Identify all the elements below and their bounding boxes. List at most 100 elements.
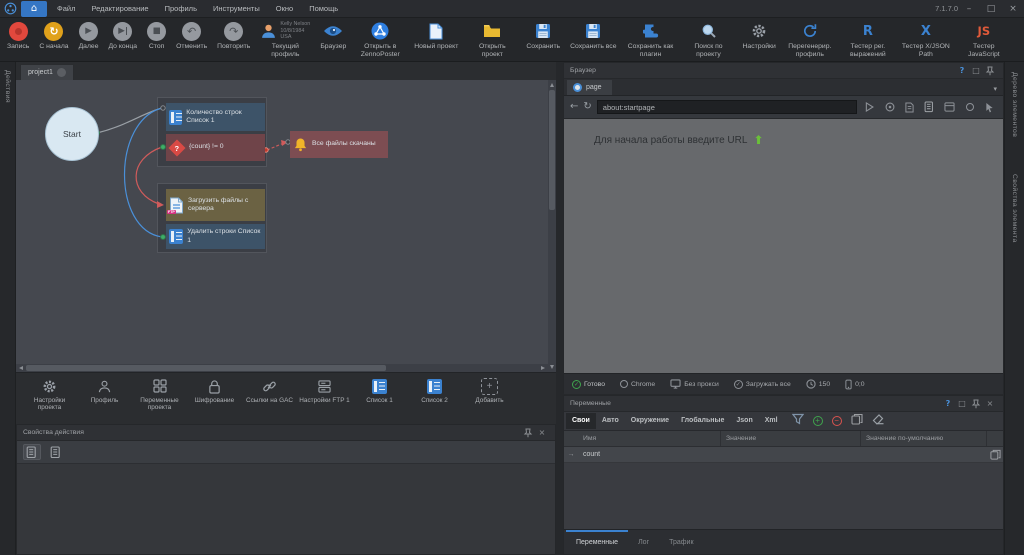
tab-ftp-settings[interactable]: Настройки FTP 1 xyxy=(297,377,352,404)
minimize-button[interactable]: – xyxy=(958,0,980,18)
current-profile-button[interactable]: Kelly Nelson 10/8/1984 USA Текущий профи… xyxy=(255,18,315,60)
tab-list-dropdown-icon[interactable]: ▾ xyxy=(993,85,997,93)
variable-name[interactable]: count xyxy=(578,447,721,462)
status-proxy[interactable]: Без прокси xyxy=(670,379,719,389)
status-load-mode[interactable]: ✓ Загружать все xyxy=(734,380,791,389)
general-properties-icon[interactable] xyxy=(23,444,41,460)
status-timeout[interactable]: 150 xyxy=(806,379,830,389)
stop-button[interactable]: ■ Стоп xyxy=(142,18,171,52)
new-project-button[interactable]: Новый проект xyxy=(409,18,463,52)
menu-file[interactable]: Файл xyxy=(49,0,83,18)
tab-profile[interactable]: Профиль xyxy=(77,377,132,404)
vars-tab-global[interactable]: Глобальные xyxy=(675,413,730,429)
copy-variables-icon[interactable] xyxy=(851,412,863,430)
node-count-rows[interactable]: Количество строк Список 1 xyxy=(166,103,265,131)
xjson-path-tester-button[interactable]: X Тестер X/JSON Path xyxy=(897,18,955,60)
advanced-properties-icon[interactable] xyxy=(47,444,65,460)
menu-tools[interactable]: Инструменты xyxy=(205,0,268,18)
open-in-zennoposter-button[interactable]: Открыть в ZennoPoster xyxy=(351,18,409,60)
url-bar[interactable]: about:startpage xyxy=(597,100,857,114)
node-delete-rows[interactable]: Удалить строки Список 1 xyxy=(166,224,265,249)
remove-variable-icon[interactable]: − xyxy=(832,416,842,426)
column-value[interactable]: Значение xyxy=(721,431,861,446)
back-icon[interactable]: ← xyxy=(570,102,578,112)
help-icon[interactable]: ? xyxy=(941,399,955,408)
project-tab-close-icon[interactable] xyxy=(57,68,66,77)
maximize-panel-icon[interactable]: □ xyxy=(955,399,969,408)
redo-button[interactable]: ↷ Повторить xyxy=(212,18,255,52)
network-icon[interactable] xyxy=(962,103,977,111)
column-name[interactable]: Имя xyxy=(578,431,721,446)
tab-list-2[interactable]: Список 2 xyxy=(407,377,462,404)
settings-button[interactable]: Настройки xyxy=(738,18,781,52)
column-default[interactable]: Значение по-умолчанию xyxy=(861,431,987,446)
flowchart-canvas[interactable]: Start Количество строк Список 1 ? {count… xyxy=(16,80,556,372)
regenerate-profile-button[interactable]: Перегенерир. профиль xyxy=(781,18,839,60)
element-properties-strip-label[interactable]: Свойства элемента xyxy=(1011,174,1018,243)
maximize-panel-icon[interactable]: □ xyxy=(969,66,983,75)
tab-add[interactable]: + Добавить xyxy=(462,377,517,404)
open-project-button[interactable]: Открыть проект xyxy=(463,18,521,60)
tab-encryption[interactable]: Шифрование xyxy=(187,377,242,404)
variable-row[interactable]: → count xyxy=(564,447,1003,463)
tab-gac-links[interactable]: Ссылки на GAC xyxy=(242,377,297,404)
tab-project-variables[interactable]: Переменные проекта xyxy=(132,377,187,412)
pin-icon[interactable] xyxy=(521,428,535,438)
close-button[interactable]: × xyxy=(1002,0,1024,18)
run-icon[interactable] xyxy=(862,102,877,112)
menu-help[interactable]: Помощь xyxy=(301,0,346,18)
actions-side-strip[interactable]: Действия xyxy=(0,62,16,555)
node-alert-files-downloaded[interactable]: Все файлы скачаны xyxy=(290,131,388,158)
add-variable-icon[interactable]: + xyxy=(813,416,823,426)
vars-tab-environment[interactable]: Окружение xyxy=(625,413,675,429)
element-tree-strip-label[interactable]: Дерево элементов xyxy=(1011,72,1018,137)
browser-page-tab[interactable]: page xyxy=(567,80,612,95)
undo-button[interactable]: ↶ Отменить xyxy=(171,18,212,52)
step-next-button[interactable]: ▶ Далее xyxy=(74,18,104,52)
project-search-button[interactable]: Поиск по проекту xyxy=(680,18,738,60)
variable-value[interactable] xyxy=(721,447,861,462)
bottom-tab-traffic[interactable]: Трафик xyxy=(659,530,703,554)
regex-tester-button[interactable]: R Тестер рег. выражений xyxy=(839,18,897,60)
tabs-icon[interactable] xyxy=(922,101,937,113)
start-node[interactable]: Start xyxy=(45,107,99,161)
help-icon[interactable]: ? xyxy=(955,66,969,75)
layout-icon[interactable] xyxy=(942,102,957,112)
run-to-end-button[interactable]: ▶ До конца xyxy=(103,18,142,52)
vars-tab-xml[interactable]: Xml xyxy=(759,413,784,429)
project-tab[interactable]: project1 xyxy=(20,64,74,80)
pin-icon[interactable] xyxy=(969,399,983,409)
vars-tab-own[interactable]: Свои xyxy=(566,413,596,429)
reload-icon[interactable]: ↻ xyxy=(583,102,591,112)
restart-button[interactable]: ↻ С начала xyxy=(34,18,73,52)
target-icon[interactable] xyxy=(882,102,897,112)
node-ftp-download[interactable]: FTP Загрузить файлы с сервера xyxy=(166,189,265,221)
clear-icon[interactable] xyxy=(872,412,885,430)
filter-icon[interactable] xyxy=(792,412,804,430)
menu-profile[interactable]: Профиль xyxy=(157,0,205,18)
save-as-plugin-button[interactable]: Сохранить как плагин xyxy=(622,18,680,60)
bottom-tab-log[interactable]: Лог xyxy=(628,530,659,554)
canvas-hscrollbar[interactable] xyxy=(16,364,548,372)
pin-icon[interactable] xyxy=(983,66,997,76)
browser-viewport[interactable]: Для начала работы введите URL ⬆ xyxy=(564,119,1003,373)
tab-project-settings[interactable]: Настройки проекта xyxy=(22,377,77,412)
maximize-button[interactable]: □ xyxy=(980,0,1002,18)
page-source-icon[interactable] xyxy=(902,102,917,113)
tab-list-1[interactable]: Список 1 xyxy=(352,377,407,404)
save-button[interactable]: Сохранить xyxy=(521,18,565,52)
javascript-tester-button[interactable]: JS Тестер JavaScript xyxy=(955,18,1013,60)
menu-window[interactable]: Окно xyxy=(268,0,301,18)
close-icon[interactable]: × xyxy=(535,428,549,437)
variable-default[interactable] xyxy=(861,447,987,462)
canvas-vscrollbar[interactable] xyxy=(548,80,556,372)
status-engine[interactable]: Chrome xyxy=(620,380,655,388)
close-icon[interactable]: × xyxy=(983,399,997,408)
browser-toggle-button[interactable]: Браузер xyxy=(315,18,351,52)
copy-icon[interactable] xyxy=(987,449,1003,460)
home-button[interactable]: ⌂ xyxy=(21,1,47,17)
node-if-condition[interactable]: ? {count} != 0 xyxy=(166,134,265,161)
menu-edit[interactable]: Редактирование xyxy=(83,0,156,18)
bottom-tab-variables[interactable]: Переменные xyxy=(566,530,628,554)
record-button[interactable]: Запись xyxy=(2,18,34,52)
